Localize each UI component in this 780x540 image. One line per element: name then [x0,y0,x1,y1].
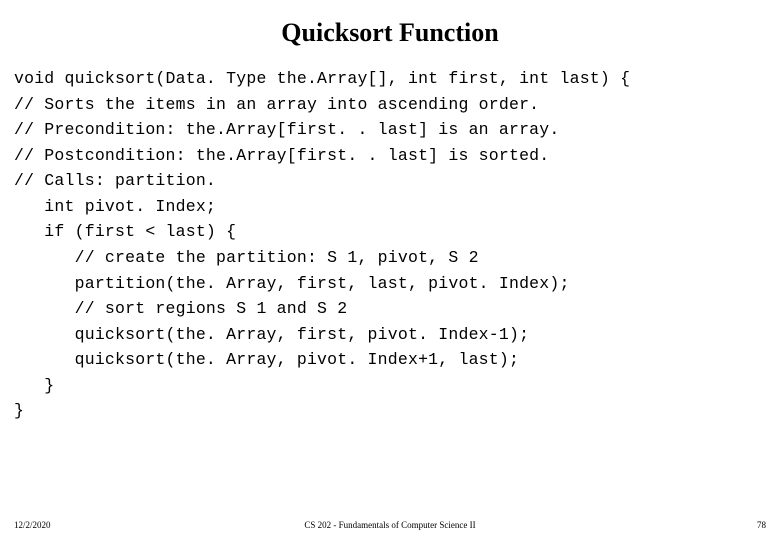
slide: Quicksort Function void quicksort(Data. … [0,0,780,540]
footer-course: CS 202 - Fundamentals of Computer Scienc… [0,520,780,530]
slide-title: Quicksort Function [0,0,780,58]
code-block: void quicksort(Data. Type the.Array[], i… [0,58,780,424]
footer-page-number: 78 [757,520,766,530]
